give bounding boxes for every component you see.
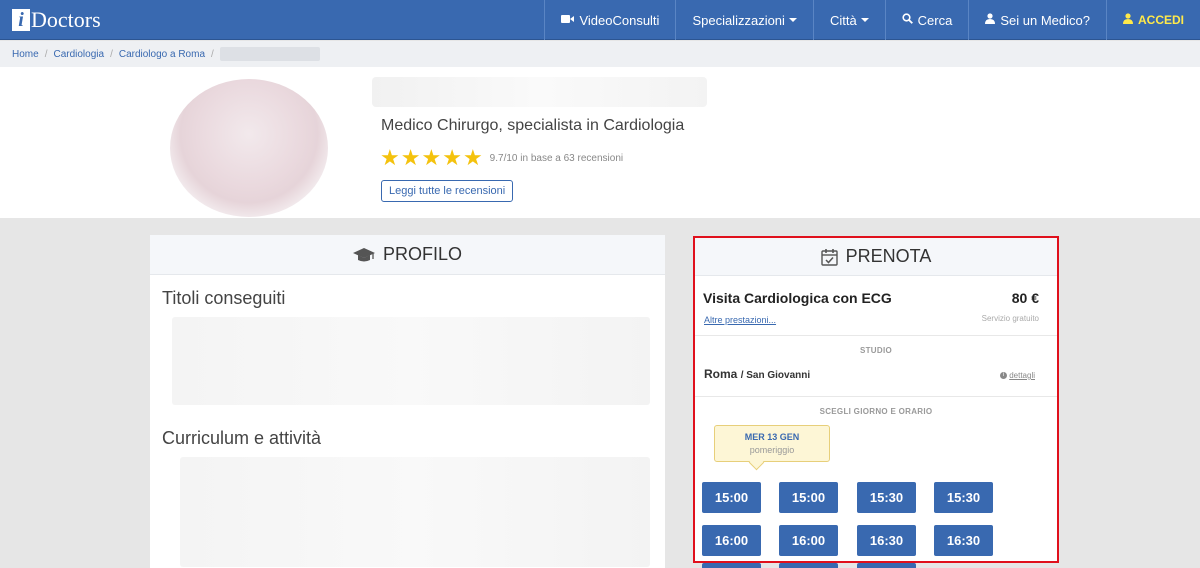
read-reviews-button[interactable]: Leggi tutte le recensioni — [381, 180, 514, 202]
nav-item-label: Città — [829, 12, 857, 28]
choose-day-label: SCEGLI GIORNO E ORARIO — [819, 407, 933, 416]
nav-item-label: Specializzazioni — [692, 12, 785, 28]
breadcrumb-redacted — [219, 47, 320, 61]
caret-down-icon — [788, 18, 797, 22]
breadcrumb-cardiologia[interactable]: Cardiologia — [53, 49, 104, 60]
divider — [695, 396, 1057, 397]
search-icon — [902, 13, 913, 27]
nav-menu: VideoConsulti Specializzazioni Città Cer… — [544, 0, 1200, 40]
time-slot[interactable]: 15:30 — [857, 482, 916, 513]
dettagli-link[interactable]: i dettagli — [1000, 371, 1035, 380]
profilo-panel: PROFILO Titoli conseguiti Curriculum e a… — [150, 235, 665, 568]
doctor-header: Medico Chirurgo, specialista in Cardiolo… — [0, 67, 1200, 218]
nav-item-accedi[interactable]: ACCEDI — [1105, 0, 1200, 40]
caret-down-icon — [860, 18, 869, 22]
time-slot[interactable]: 15:00 — [702, 482, 761, 513]
breadcrumb: Home / Cardiologia / Cardiologo a Roma / — [0, 41, 1200, 67]
rating-text: 9.7/10 in base a 63 recensioni — [489, 152, 624, 164]
visit-price: 80 € — [1011, 290, 1039, 306]
time-slot[interactable]: 16:30 — [934, 525, 993, 556]
profilo-title: PROFILO — [382, 244, 462, 264]
profilo-panel-header: PROFILO — [150, 235, 665, 275]
studio-district: / San Giovanni — [740, 370, 811, 381]
titoli-heading: Titoli conseguiti — [162, 288, 286, 308]
logo-text: Doctors — [31, 7, 101, 32]
selected-day-tag[interactable]: MER 13 GEN pomeriggio — [714, 425, 830, 462]
star-icon: ★ — [462, 145, 483, 170]
studio-city: Roma — [704, 367, 738, 381]
time-slot-partial[interactable] — [857, 563, 916, 568]
user-doctor-icon — [985, 13, 996, 27]
selected-period: pomeriggio — [749, 445, 795, 455]
breadcrumb-separator: / — [110, 48, 113, 60]
star-icon: ★ — [380, 145, 400, 170]
doctor-name-redacted — [372, 77, 707, 107]
breadcrumb-cardiologo-roma[interactable]: Cardiologo a Roma — [119, 49, 205, 60]
doctor-specialty: Medico Chirurgo, specialista in Cardiolo… — [381, 117, 685, 134]
star-icon: ★ — [421, 145, 442, 170]
time-slot[interactable]: 16:00 — [702, 525, 761, 556]
logo-mark: i — [12, 9, 30, 31]
curriculum-heading: Curriculum e attività — [162, 428, 322, 448]
selected-day: MER 13 GEN — [744, 432, 800, 442]
nav-item-videoconsulti[interactable]: VideoConsulti — [544, 0, 675, 40]
star-icon: ★ — [400, 145, 421, 170]
studio-label: STUDIO — [859, 346, 893, 355]
nav-item-sei-un-medico[interactable]: Sei un Medico? — [968, 0, 1106, 40]
graduation-cap-icon — [352, 247, 375, 263]
time-slot[interactable]: 16:00 — [779, 525, 838, 556]
star-icon: ★ — [442, 145, 462, 170]
time-slot[interactable]: 15:00 — [779, 482, 838, 513]
dettagli-label: dettagli — [1009, 371, 1035, 380]
titoli-content-redacted — [172, 317, 650, 405]
prenota-panel: PRENOTA Visita Cardiologica con ECG 80 €… — [693, 236, 1059, 563]
breadcrumb-home[interactable]: Home — [12, 49, 39, 60]
visit-name: Visita Cardiologica con ECG — [703, 290, 892, 306]
curriculum-content-redacted — [180, 457, 650, 567]
info-icon: i — [1000, 372, 1008, 380]
breadcrumb-separator: / — [211, 48, 214, 60]
time-slot[interactable]: 15:30 — [934, 482, 993, 513]
user-icon — [1122, 13, 1133, 27]
nav-item-label: Cerca — [917, 12, 953, 28]
time-slot-partial[interactable] — [779, 563, 838, 568]
nav-item-specializzazioni[interactable]: Specializzazioni — [675, 0, 813, 40]
nav-item-label: Sei un Medico? — [1000, 12, 1090, 28]
top-navbar: i Doctors VideoConsulti Specializzazioni… — [0, 0, 1200, 40]
time-slot-partial[interactable] — [702, 563, 761, 568]
nav-item-label: VideoConsulti — [579, 12, 660, 28]
nav-item-cerca[interactable]: Cerca — [884, 0, 969, 40]
calendar-check-icon — [820, 248, 838, 266]
studio-location: Roma / San Giovanni — [704, 367, 810, 381]
doctor-avatar — [170, 79, 328, 217]
altre-prestazioni-link[interactable]: Altre prestazioni... — [704, 315, 776, 325]
nav-item-citta[interactable]: Città — [812, 0, 885, 40]
servizio-gratuito-text: Servizio gratuito — [981, 314, 1039, 323]
divider — [695, 335, 1057, 336]
rating-stars: ★ ★ ★ ★ ★ 9.7/10 in base a 63 recensioni — [380, 147, 623, 169]
video-camera-icon — [561, 14, 575, 27]
time-slot[interactable]: 16:30 — [857, 525, 916, 556]
idoctors-logo[interactable]: i Doctors — [12, 8, 101, 32]
prenota-title: PRENOTA — [845, 246, 932, 266]
prenota-panel-header: PRENOTA — [695, 238, 1057, 276]
breadcrumb-separator: / — [44, 48, 48, 60]
nav-item-label: ACCEDI — [1137, 13, 1184, 27]
